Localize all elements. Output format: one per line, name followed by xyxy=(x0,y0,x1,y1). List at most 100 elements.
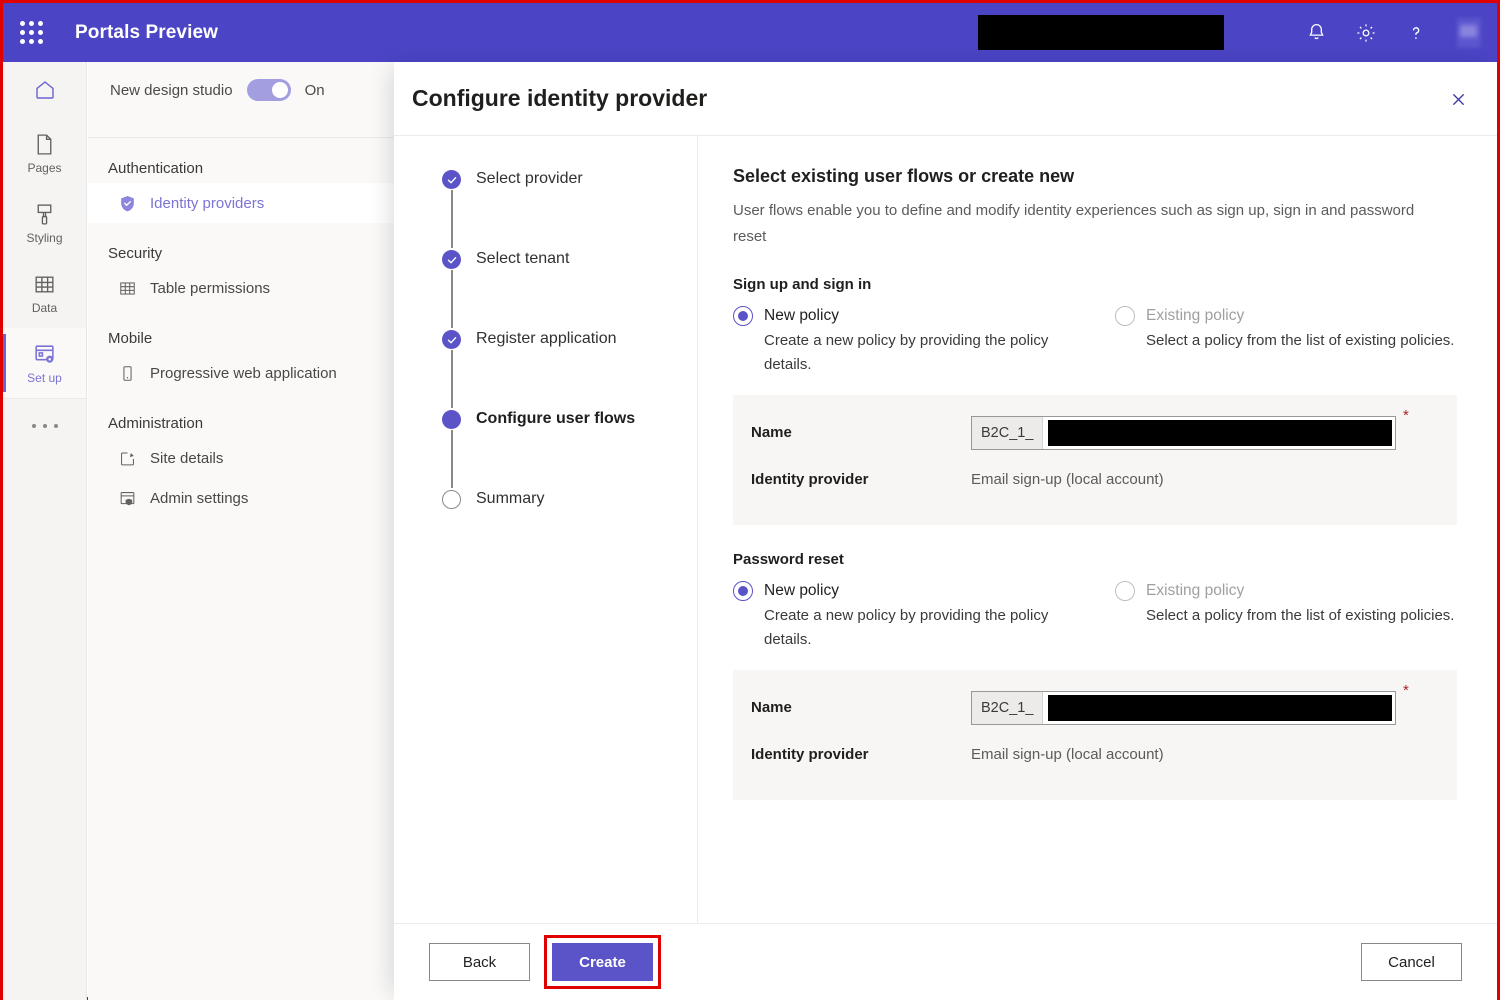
app-title: Portals Preview xyxy=(75,22,218,44)
avatar[interactable] xyxy=(1449,13,1489,53)
wizard-step-label: Select provider xyxy=(476,168,583,189)
wizard-step-label: Select tenant xyxy=(476,248,569,269)
nav-group-security: Security xyxy=(88,223,394,268)
signup-existing-policy-option[interactable]: Existing policy Select a policy from the… xyxy=(1095,306,1457,377)
signup-provider-row: Identity provider Email sign-up (local a… xyxy=(733,456,1457,503)
signup-name-row: Name B2C_1_ * xyxy=(733,409,1457,456)
wizard-steps: Select provider Select tenant Register a… xyxy=(394,136,698,923)
password-reset-radio-group: New policy Create a new policy by provid… xyxy=(733,581,1457,652)
signup-existing-policy-description: Select a policy from the list of existin… xyxy=(1146,329,1457,353)
password-existing-policy-option[interactable]: Existing policy Select a policy from the… xyxy=(1095,581,1457,652)
design-studio-label: New design studio xyxy=(110,82,233,99)
section-label-password-reset: Password reset xyxy=(733,551,1457,568)
search-input[interactable] xyxy=(978,15,1224,50)
cancel-button[interactable]: Cancel xyxy=(1361,943,1462,981)
password-new-policy-radio[interactable] xyxy=(733,581,753,601)
rail-item-styling[interactable]: Styling xyxy=(3,188,86,258)
notifications-icon[interactable] xyxy=(1293,10,1339,56)
mobile-icon xyxy=(117,363,137,383)
password-new-policy-option[interactable]: New policy Create a new policy by provid… xyxy=(733,581,1095,652)
design-studio-state: On xyxy=(305,82,325,99)
sidebar-item-label: Identity providers xyxy=(150,195,264,212)
step-done-icon xyxy=(442,170,461,189)
rail-item-label: Styling xyxy=(26,231,62,245)
rail-item-label: Set up xyxy=(27,371,62,385)
password-name-prefix: B2C_1_ xyxy=(972,692,1043,724)
content-description: User flows enable you to define and modi… xyxy=(733,198,1447,250)
password-name-row: Name B2C_1_ * xyxy=(733,684,1457,731)
wizard-step-label: Configure user flows xyxy=(476,408,635,429)
signup-existing-policy-radio[interactable] xyxy=(1115,306,1135,326)
dialog-title: Configure identity provider xyxy=(412,85,707,112)
signup-new-policy-description: Create a new policy by providing the pol… xyxy=(764,329,1095,377)
settings-icon[interactable] xyxy=(1343,10,1389,56)
signup-new-policy-option[interactable]: New policy Create a new policy by provid… xyxy=(733,306,1095,377)
sidebar-item-site-details[interactable]: Site details xyxy=(88,438,394,478)
design-studio-toggle-row: New design studio On xyxy=(88,62,394,118)
password-name-label: Name xyxy=(751,699,971,716)
rail-item-set-up[interactable]: Set up xyxy=(3,328,86,398)
sidebar-item-label: Progressive web application xyxy=(150,365,337,382)
close-icon[interactable] xyxy=(1441,82,1475,116)
signup-provider-label: Identity provider xyxy=(751,471,971,488)
password-existing-policy-description: Select a policy from the list of existin… xyxy=(1146,604,1457,628)
rail-more-icon[interactable] xyxy=(3,398,86,452)
dialog-footer: Back Create Cancel xyxy=(394,923,1497,1000)
content-heading: Select existing user flows or create new xyxy=(733,166,1457,187)
configure-identity-provider-dialog: Configure identity provider Select provi… xyxy=(394,62,1497,1000)
password-existing-policy-label: Existing policy xyxy=(1146,582,1244,600)
design-studio-switch[interactable] xyxy=(247,79,291,101)
wizard-step-select-provider[interactable]: Select provider xyxy=(442,168,697,248)
sidebar-item-table-permissions[interactable]: Table permissions xyxy=(88,268,394,308)
password-provider-label: Identity provider xyxy=(751,746,971,763)
sidebar-item-identity-providers[interactable]: Identity providers xyxy=(88,183,394,223)
signup-name-field[interactable]: B2C_1_ xyxy=(971,416,1396,450)
create-button-highlight: Create xyxy=(544,935,661,989)
rail-item-data[interactable]: Data xyxy=(3,258,86,328)
signup-new-policy-label: New policy xyxy=(764,307,839,325)
rail-item-label: Data xyxy=(32,301,57,315)
step-done-icon xyxy=(442,330,461,349)
wizard-step-select-tenant[interactable]: Select tenant xyxy=(442,248,697,328)
signup-policy-card: Name B2C_1_ * Identity provider Email si… xyxy=(733,395,1457,525)
sidebar-item-label: Site details xyxy=(150,450,223,467)
app-grid-icon[interactable] xyxy=(3,3,59,62)
signup-new-policy-radio[interactable] xyxy=(733,306,753,326)
step-current-icon xyxy=(442,410,461,429)
admin-shield-icon xyxy=(117,488,137,508)
password-existing-policy-radio[interactable] xyxy=(1115,581,1135,601)
signup-name-label: Name xyxy=(751,424,971,441)
sidebar-item-progressive-web-application[interactable]: Progressive web application xyxy=(88,353,394,393)
sidebar-item-admin-settings[interactable]: Admin settings xyxy=(88,478,394,518)
sidebar-item-label: Admin settings xyxy=(150,490,248,507)
setup-nav-panel: Set up Authentication Identity providers… xyxy=(88,62,394,1000)
signup-name-input[interactable] xyxy=(1048,420,1392,446)
password-name-field[interactable]: B2C_1_ xyxy=(971,691,1396,725)
home-icon[interactable] xyxy=(3,62,86,118)
signup-provider-value: Email sign-up (local account) xyxy=(971,471,1164,488)
password-reset-card: Name B2C_1_ * Identity provider Email si… xyxy=(733,670,1457,800)
dialog-header: Configure identity provider xyxy=(394,62,1497,135)
nav-group-administration: Administration xyxy=(88,393,394,438)
header-actions xyxy=(1293,3,1489,62)
back-button[interactable]: Back xyxy=(429,943,530,981)
sidebar-item-label: Table permissions xyxy=(150,280,270,297)
signup-policy-radio-group: New policy Create a new policy by provid… xyxy=(733,306,1457,377)
wizard-step-summary[interactable]: Summary xyxy=(442,488,697,509)
signup-existing-policy-label: Existing policy xyxy=(1146,307,1244,325)
create-button[interactable]: Create xyxy=(552,943,653,981)
wizard-step-label: Summary xyxy=(476,488,544,509)
password-name-required-marker: * xyxy=(1403,682,1409,699)
signup-name-required-marker: * xyxy=(1403,407,1409,424)
edit-doc-icon xyxy=(117,448,137,468)
help-icon[interactable] xyxy=(1393,10,1439,56)
dialog-body: Select provider Select tenant Register a… xyxy=(394,135,1497,923)
wizard-step-configure-user-flows[interactable]: Configure user flows xyxy=(442,408,697,488)
app-window: Portals Preview xyxy=(0,0,1500,1000)
password-new-policy-description: Create a new policy by providing the pol… xyxy=(764,604,1095,652)
password-name-input[interactable] xyxy=(1048,695,1392,721)
wizard-step-register-application[interactable]: Register application xyxy=(442,328,697,408)
nav-group-authentication: Authentication xyxy=(88,138,394,183)
shield-check-icon xyxy=(117,193,137,213)
rail-item-pages[interactable]: Pages xyxy=(3,118,86,188)
